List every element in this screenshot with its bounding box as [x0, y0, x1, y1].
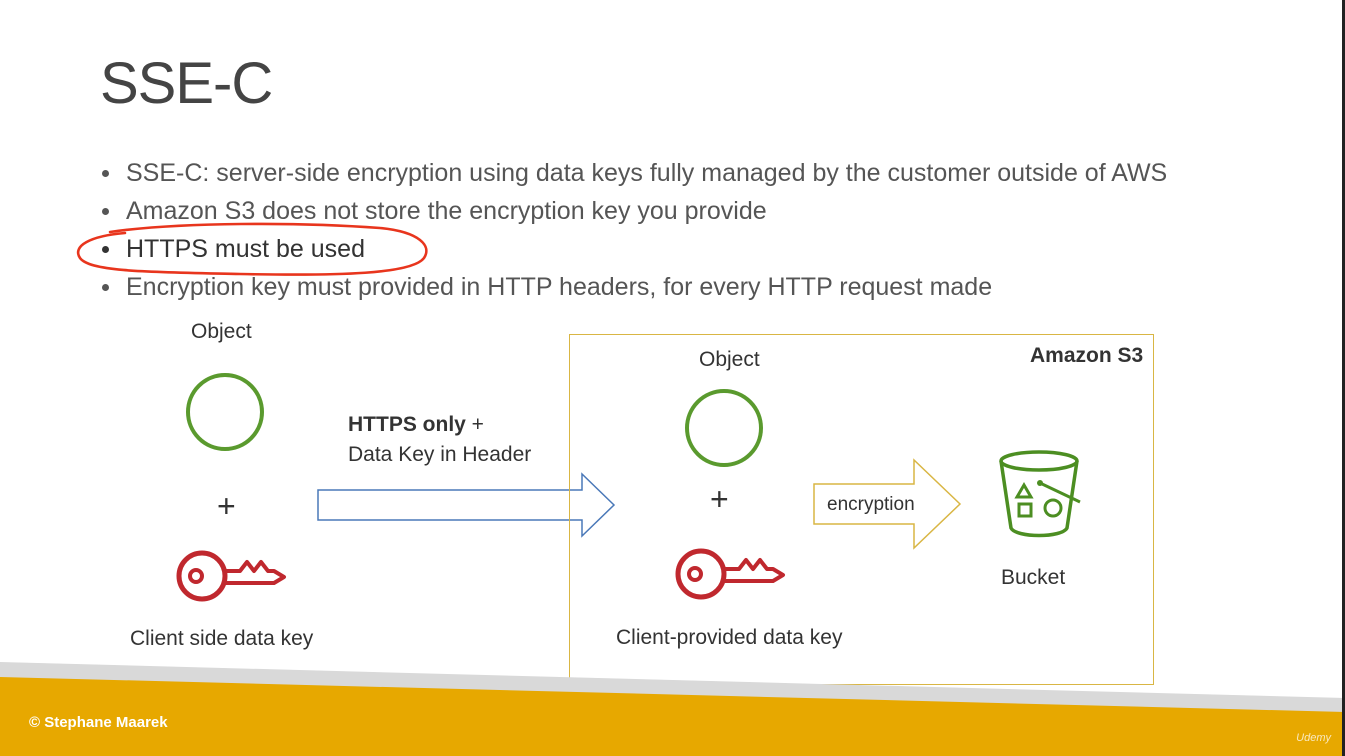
copyright-text: © Stephane Maarek: [29, 714, 168, 731]
slide: SSE-C SSE-C: server-side encryption usin…: [0, 0, 1345, 756]
footer-band: [0, 662, 1345, 756]
udemy-watermark: Udemy: [1296, 732, 1331, 744]
